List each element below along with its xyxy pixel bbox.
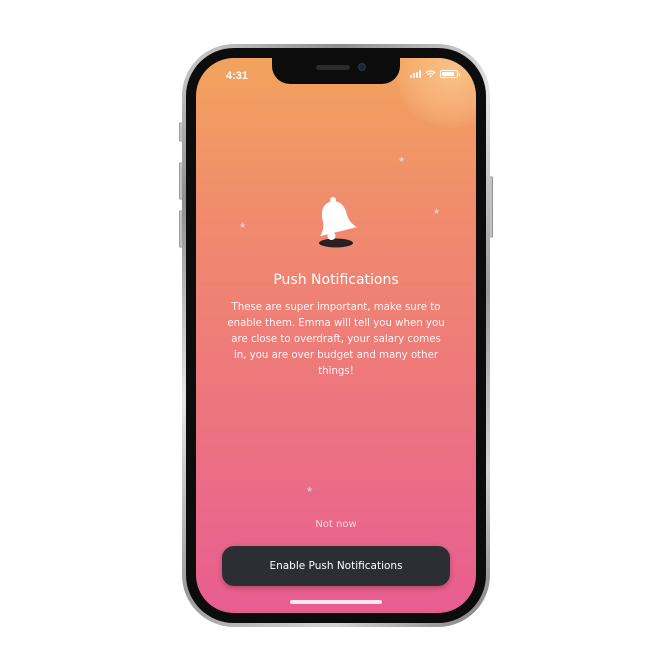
star-icon: ★ [433,207,441,216]
status-icons [410,70,460,78]
wifi-icon [425,70,436,78]
background-glow [396,58,476,128]
page-title: Push Notifications [273,272,399,288]
signal-icon [410,70,421,78]
stage: 4:31 ★ ★ ★ ★ Push Notifications These ar… [0,0,670,670]
star-icon: ★ [398,155,406,164]
status-time: 4:31 [226,70,249,82]
battery-icon [440,70,460,78]
enable-push-notifications-button[interactable]: Enable Push Notifications [222,546,450,586]
star-icon: ★ [306,485,314,494]
home-indicator[interactable] [290,600,382,604]
bell-icon [319,197,357,248]
phone-screen: 4:31 ★ ★ ★ ★ Push Notifications These ar… [196,58,476,613]
notch [272,58,400,84]
star-icon: ★ [239,221,247,230]
speaker-grille [316,65,350,70]
description-text: These are super important, make sure to … [227,302,445,377]
front-camera [358,63,366,71]
not-now-link[interactable]: Not now [196,519,476,530]
